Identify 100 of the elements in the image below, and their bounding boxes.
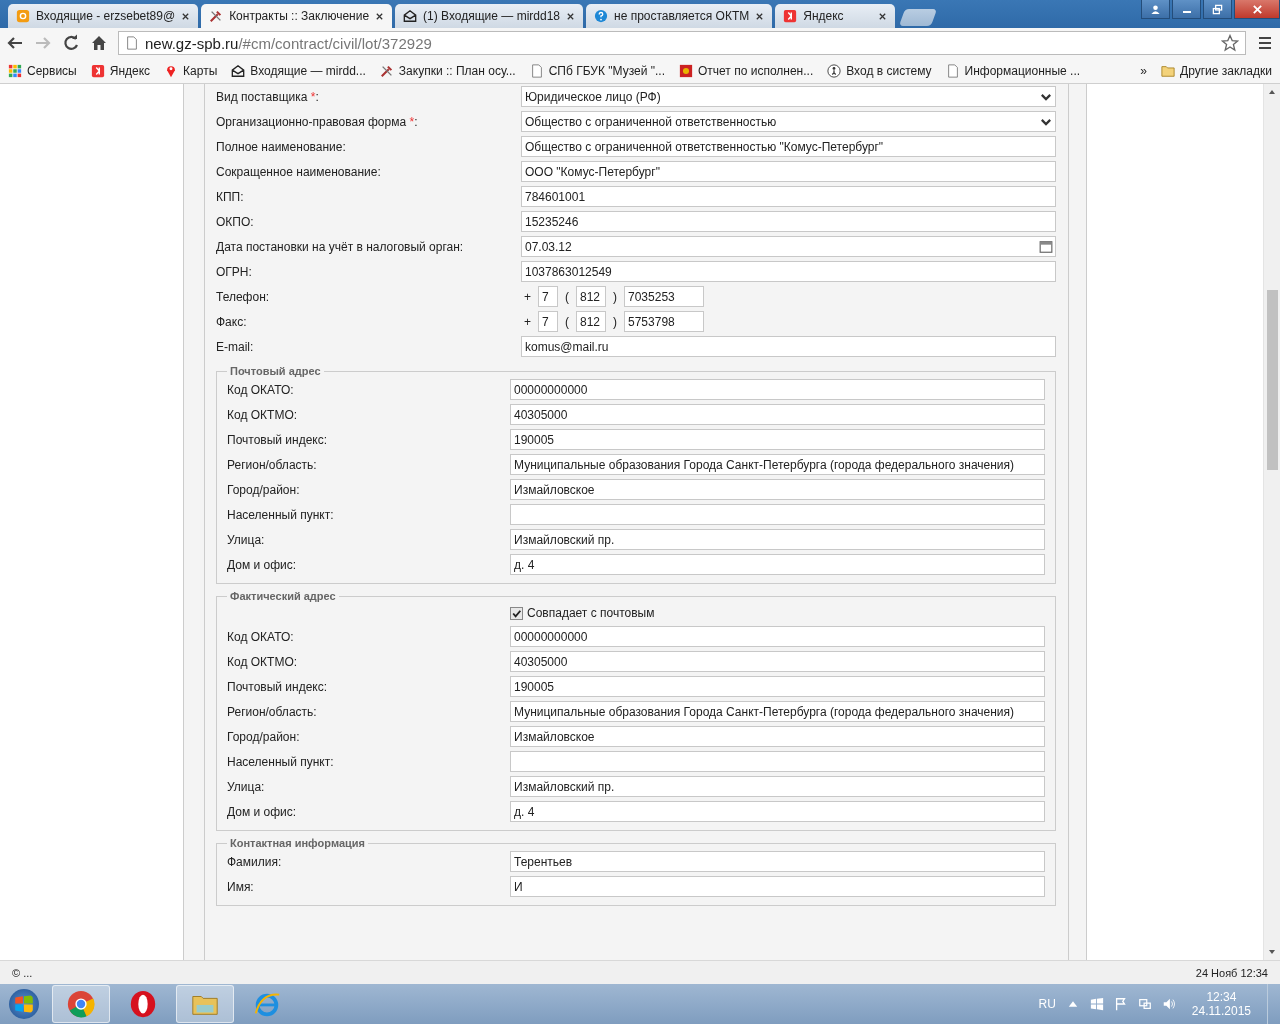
browser-tab[interactable]: не проставляется ОКТМ bbox=[586, 4, 773, 28]
bookmark-label: Яндекс bbox=[109, 63, 151, 78]
menu-icon[interactable] bbox=[1256, 34, 1274, 52]
text-field[interactable]: Общество с ограниченной ответственностью "Комус-Петербург" bbox=[521, 136, 1056, 157]
profile-button[interactable] bbox=[1141, 0, 1170, 19]
scrollbar-thumb[interactable] bbox=[1266, 290, 1278, 470]
close-icon[interactable] bbox=[181, 11, 191, 21]
bookmark-folder[interactable]: Другие закладки bbox=[1161, 63, 1272, 78]
text-field[interactable] bbox=[510, 751, 1045, 772]
bookmark[interactable]: Сервисы bbox=[8, 63, 77, 78]
text-field[interactable]: Измайловский пр. bbox=[510, 529, 1045, 550]
plus-sign: + bbox=[524, 289, 531, 304]
more-bookmarks-button[interactable]: » bbox=[1140, 63, 1148, 78]
field-label: Факс: bbox=[216, 314, 248, 329]
text-field[interactable]: 00000000000 bbox=[510, 379, 1045, 400]
help-icon bbox=[594, 9, 608, 23]
phone-number-field[interactable]: 5753798 bbox=[624, 311, 704, 332]
close-icon[interactable] bbox=[375, 11, 385, 21]
field-label: Регион/область: bbox=[227, 457, 318, 472]
text-field[interactable]: ООО "Комус-Петербург" bbox=[521, 161, 1056, 182]
scrollbar[interactable] bbox=[1263, 84, 1280, 960]
close-window-button[interactable] bbox=[1234, 0, 1280, 19]
new-tab-button[interactable] bbox=[899, 9, 938, 26]
text-field[interactable]: 15235246 bbox=[521, 211, 1056, 232]
country-code-field[interactable]: 7 bbox=[538, 311, 558, 332]
apps-grid-icon bbox=[8, 63, 22, 78]
bookmark-label: Карты bbox=[183, 63, 218, 78]
text-field[interactable]: 784601001 bbox=[521, 186, 1056, 207]
folder-icon bbox=[1161, 63, 1176, 78]
text-field[interactable]: 40305000 bbox=[510, 404, 1045, 425]
taskbar-app[interactable] bbox=[176, 985, 234, 1023]
date-field[interactable]: 07.03.12 bbox=[521, 236, 1056, 257]
text-field[interactable]: Муниципальные образования Города Санкт-Петербурга (города федерального значения) bbox=[510, 454, 1045, 475]
text-field[interactable]: Измайловское bbox=[510, 726, 1045, 747]
browser-tab[interactable]: Входящие - erzsebet89@ bbox=[8, 4, 199, 28]
text-field[interactable]: д. 4 bbox=[510, 554, 1045, 575]
text-field[interactable]: 00000000000 bbox=[510, 626, 1045, 647]
browser-tab[interactable]: Яндекс bbox=[775, 4, 896, 28]
checkbox-label[interactable]: Совпадает с почтовым bbox=[527, 606, 655, 620]
dropdown[interactable]: Юридическое лицо (РФ) bbox=[521, 86, 1056, 107]
tab-title: не проставляется ОКТМ bbox=[614, 9, 750, 23]
country-code-field[interactable]: 7 bbox=[538, 286, 558, 307]
field-label: Фамилия: bbox=[227, 854, 283, 869]
checkmark-icon bbox=[511, 607, 522, 619]
field-label: Вид поставщика *: bbox=[216, 89, 320, 104]
field-label: КПП: bbox=[216, 189, 245, 204]
close-icon bbox=[1251, 3, 1263, 15]
bookmark[interactable]: Яндекс bbox=[90, 63, 151, 78]
text-field[interactable]: 1037863012549 bbox=[521, 261, 1056, 282]
calendar-icon[interactable] bbox=[1039, 239, 1053, 254]
restore-button[interactable] bbox=[1203, 0, 1232, 19]
field-label: Дом и офис: bbox=[227, 804, 298, 819]
text-field[interactable]: И bbox=[510, 876, 1045, 897]
close-icon[interactable] bbox=[755, 11, 765, 21]
reload-icon[interactable] bbox=[62, 34, 80, 52]
text-field[interactable]: Муниципальные образования Города Санкт-Петербурга (города федерального значения) bbox=[510, 701, 1045, 722]
taskbar-app[interactable] bbox=[52, 985, 110, 1023]
tab-title: (1) Входящие — mirdd18 bbox=[423, 9, 560, 23]
text-field[interactable]: 190005 bbox=[510, 676, 1045, 697]
tab-title: Входящие - erzsebet89@ bbox=[36, 9, 176, 23]
clock-date: 24.11.2015 bbox=[1191, 1004, 1251, 1018]
url-text: new.gz-spb.ru/#cm/contract/civil/lot/372929 bbox=[145, 34, 433, 52]
checkbox[interactable] bbox=[510, 606, 523, 620]
open-parenthesis: ( bbox=[565, 289, 569, 304]
clock-time: 12:34 bbox=[1206, 990, 1237, 1004]
home-icon[interactable] bbox=[90, 34, 108, 52]
text-field[interactable]: 40305000 bbox=[510, 651, 1045, 672]
field-label: ОКПО: bbox=[216, 214, 255, 229]
field-label: Город/район: bbox=[227, 729, 301, 744]
text-field[interactable]: Измайловский пр. bbox=[510, 776, 1045, 797]
field-label: Регион/область: bbox=[227, 704, 318, 719]
bookmark[interactable]: Карты bbox=[164, 63, 218, 78]
field-label: Код ОКАТО: bbox=[227, 629, 295, 644]
field-label: Дом и офис: bbox=[227, 557, 298, 572]
star-icon[interactable] bbox=[1221, 34, 1239, 52]
page-icon bbox=[125, 36, 139, 50]
address-bar[interactable]: new.gz-spb.ru/#cm/contract/civil/lot/372929 bbox=[118, 31, 1246, 55]
tab-title: Контракты :: Заключение bbox=[229, 9, 370, 23]
area-code-field[interactable]: 812 bbox=[576, 311, 606, 332]
group-legend: Почтовый адрес bbox=[227, 365, 324, 377]
dropdown[interactable]: Общество с ограниченной ответственностью bbox=[521, 111, 1056, 132]
area-code-field[interactable]: 812 bbox=[576, 286, 606, 307]
browser-tab[interactable]: (1) Входящие — mirdd18 bbox=[395, 4, 583, 28]
bookmark-label: Сервисы bbox=[27, 63, 77, 78]
browser-tab[interactable]: Контракты :: Заключение bbox=[201, 4, 393, 28]
text-field[interactable]: Измайловское bbox=[510, 479, 1045, 500]
text-field[interactable]: Терентьев bbox=[510, 851, 1045, 872]
text-field[interactable]: д. 4 bbox=[510, 801, 1045, 822]
phone-number-field[interactable]: 7035253 bbox=[624, 286, 704, 307]
text-field[interactable] bbox=[510, 504, 1045, 525]
minimize-icon bbox=[1182, 11, 1191, 13]
close-icon[interactable] bbox=[566, 11, 575, 21]
text-field[interactable]: 190005 bbox=[510, 429, 1045, 450]
close-icon[interactable] bbox=[878, 11, 888, 21]
bookmark[interactable]: Вход в систему bbox=[827, 63, 932, 78]
minimize-button[interactable] bbox=[1172, 0, 1201, 19]
bookmark-label: Другие закладки bbox=[1180, 63, 1272, 78]
text-field[interactable]: komus@mail.ru bbox=[521, 336, 1056, 357]
field-label: Организационно-правовая форма *: bbox=[216, 114, 419, 129]
field-label: Сокращенное наименование: bbox=[216, 164, 382, 179]
